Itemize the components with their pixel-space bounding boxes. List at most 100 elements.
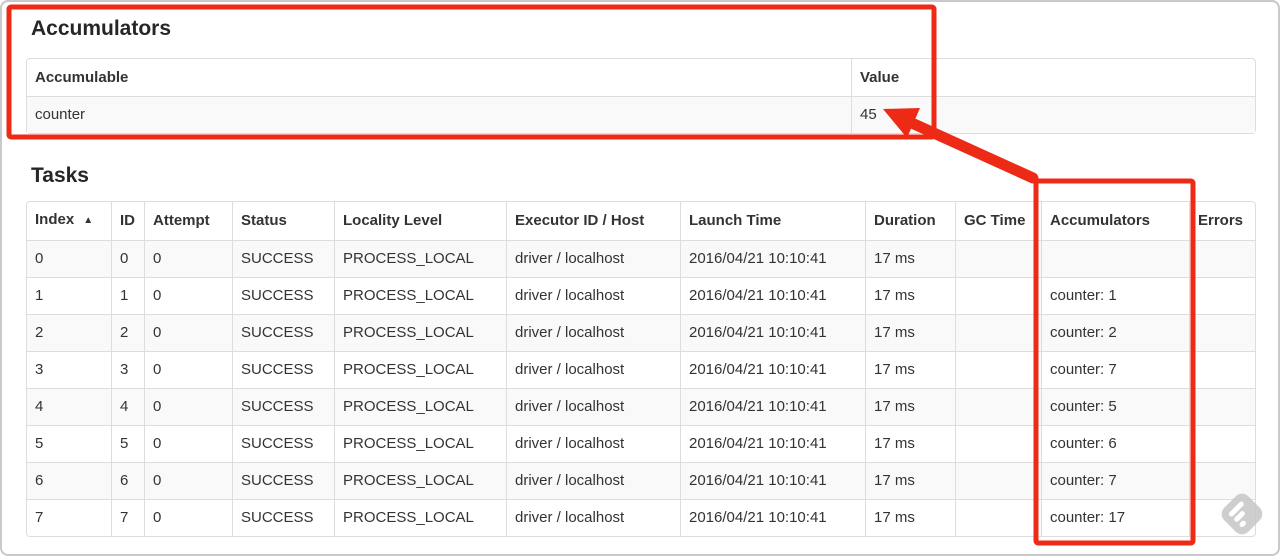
launch-time-cell: 2016/04/21 10:10:41 xyxy=(680,314,865,351)
accumulators-cell: counter: 2 xyxy=(1041,314,1189,351)
executor-id-host-cell: driver / localhost xyxy=(506,351,680,388)
gc-time-cell xyxy=(955,462,1041,499)
accumulable-value-cell: 45 xyxy=(851,96,1255,133)
locality-level-cell: PROCESS_LOCAL xyxy=(334,388,506,425)
id-cell: 1 xyxy=(111,277,144,314)
table-row: 4 4 0 SUCCESS PROCESS_LOCAL driver / localhos… xyxy=(27,388,1255,425)
executor-id-host-cell: driver / localhost xyxy=(506,462,680,499)
column-header-executor-id-host[interactable]: Executor ID / Host xyxy=(506,202,680,240)
errors-cell xyxy=(1189,425,1255,462)
attempt-cell: 0 xyxy=(144,351,232,388)
index-cell: 5 xyxy=(27,425,111,462)
status-cell: SUCCESS xyxy=(232,351,334,388)
accumulators-cell: counter: 7 xyxy=(1041,351,1189,388)
column-header-gc-time[interactable]: GC Time xyxy=(955,202,1041,240)
errors-cell xyxy=(1189,277,1255,314)
locality-level-cell: PROCESS_LOCAL xyxy=(334,351,506,388)
gc-time-cell xyxy=(955,314,1041,351)
accumulators-cell: counter: 7 xyxy=(1041,462,1189,499)
tasks-table: Index ▲ ID Attempt Status Locality Level Execu… xyxy=(26,201,1256,537)
id-cell: 6 xyxy=(111,462,144,499)
sort-ascending-icon: ▲ xyxy=(83,215,94,226)
launch-time-cell: 2016/04/21 10:10:41 xyxy=(680,499,865,536)
executor-id-host-cell: driver / localhost xyxy=(506,425,680,462)
executor-id-host-cell: driver / localhost xyxy=(506,240,680,277)
index-cell: 7 xyxy=(27,499,111,536)
accumulators-cell: counter: 5 xyxy=(1041,388,1189,425)
column-header-status[interactable]: Status xyxy=(232,202,334,240)
launch-time-cell: 2016/04/21 10:10:41 xyxy=(680,425,865,462)
duration-cell: 17 ms xyxy=(865,462,955,499)
gc-time-cell xyxy=(955,240,1041,277)
locality-level-cell: PROCESS_LOCAL xyxy=(334,240,506,277)
duration-cell: 17 ms xyxy=(865,388,955,425)
index-cell: 0 xyxy=(27,240,111,277)
tasks-header-row: Index ▲ ID Attempt Status Locality Level Execu… xyxy=(27,202,1255,240)
launch-time-cell: 2016/04/21 10:10:41 xyxy=(680,388,865,425)
launch-time-cell: 2016/04/21 10:10:41 xyxy=(680,277,865,314)
status-cell: SUCCESS xyxy=(232,314,334,351)
launch-time-cell: 2016/04/21 10:10:41 xyxy=(680,240,865,277)
duration-cell: 17 ms xyxy=(865,351,955,388)
table-row: 0 0 0 SUCCESS PROCESS_LOCAL driver / localhos… xyxy=(27,240,1255,277)
tasks-heading: Tasks xyxy=(31,164,89,187)
duration-cell: 17 ms xyxy=(865,240,955,277)
page-content: Accumulators Accumulable Value counter 4… xyxy=(2,2,1278,537)
status-cell: SUCCESS xyxy=(232,499,334,536)
launch-time-cell: 2016/04/21 10:10:41 xyxy=(680,351,865,388)
id-cell: 0 xyxy=(111,240,144,277)
status-cell: SUCCESS xyxy=(232,277,334,314)
accumulators-header-row: Accumulable Value xyxy=(27,59,1255,96)
gc-time-cell xyxy=(955,351,1041,388)
attempt-cell: 0 xyxy=(144,314,232,351)
accumulators-cell: counter: 17 xyxy=(1041,499,1189,536)
id-cell: 7 xyxy=(111,499,144,536)
executor-id-host-cell: driver / localhost xyxy=(506,499,680,536)
accumulators-cell xyxy=(1041,240,1189,277)
index-cell: 4 xyxy=(27,388,111,425)
column-header-attempt[interactable]: Attempt xyxy=(144,202,232,240)
status-cell: SUCCESS xyxy=(232,462,334,499)
executor-id-host-cell: driver / localhost xyxy=(506,314,680,351)
column-header-duration[interactable]: Duration xyxy=(865,202,955,240)
attempt-cell: 0 xyxy=(144,499,232,536)
gc-time-cell xyxy=(955,277,1041,314)
locality-level-cell: PROCESS_LOCAL xyxy=(334,425,506,462)
id-cell: 4 xyxy=(111,388,144,425)
attempt-cell: 0 xyxy=(144,277,232,314)
table-row: 5 5 0 SUCCESS PROCESS_LOCAL driver / localhos… xyxy=(27,425,1255,462)
column-header-locality-level[interactable]: Locality Level xyxy=(334,202,506,240)
gc-time-cell xyxy=(955,425,1041,462)
attempt-cell: 0 xyxy=(144,388,232,425)
index-cell: 3 xyxy=(27,351,111,388)
locality-level-cell: PROCESS_LOCAL xyxy=(334,277,506,314)
duration-cell: 17 ms xyxy=(865,499,955,536)
status-cell: SUCCESS xyxy=(232,240,334,277)
column-header-launch-time[interactable]: Launch Time xyxy=(680,202,865,240)
gc-time-cell xyxy=(955,499,1041,536)
status-cell: SUCCESS xyxy=(232,425,334,462)
column-header-index[interactable]: Index ▲ xyxy=(27,202,111,240)
column-header-value[interactable]: Value xyxy=(851,59,1255,96)
column-header-errors[interactable]: Errors xyxy=(1189,202,1255,240)
attempt-cell: 0 xyxy=(144,425,232,462)
index-cell: 1 xyxy=(27,277,111,314)
accumulable-name-cell: counter xyxy=(27,96,851,133)
column-header-accumulators[interactable]: Accumulators xyxy=(1041,202,1189,240)
id-cell: 3 xyxy=(111,351,144,388)
column-header-id[interactable]: ID xyxy=(111,202,144,240)
id-cell: 5 xyxy=(111,425,144,462)
table-row: 6 6 0 SUCCESS PROCESS_LOCAL driver / localhos… xyxy=(27,462,1255,499)
watermark-icon xyxy=(1221,493,1263,535)
table-row: 3 3 0 SUCCESS PROCESS_LOCAL driver / localhos… xyxy=(27,351,1255,388)
launch-time-cell: 2016/04/21 10:10:41 xyxy=(680,462,865,499)
column-header-accumulable[interactable]: Accumulable xyxy=(27,59,851,96)
accumulators-table: Accumulable Value counter 45 xyxy=(26,58,1256,134)
id-cell: 2 xyxy=(111,314,144,351)
table-row: 1 1 0 SUCCESS PROCESS_LOCAL driver / localhos… xyxy=(27,277,1255,314)
errors-cell xyxy=(1189,314,1255,351)
locality-level-cell: PROCESS_LOCAL xyxy=(334,499,506,536)
errors-cell xyxy=(1189,388,1255,425)
errors-cell xyxy=(1189,240,1255,277)
index-cell: 6 xyxy=(27,462,111,499)
